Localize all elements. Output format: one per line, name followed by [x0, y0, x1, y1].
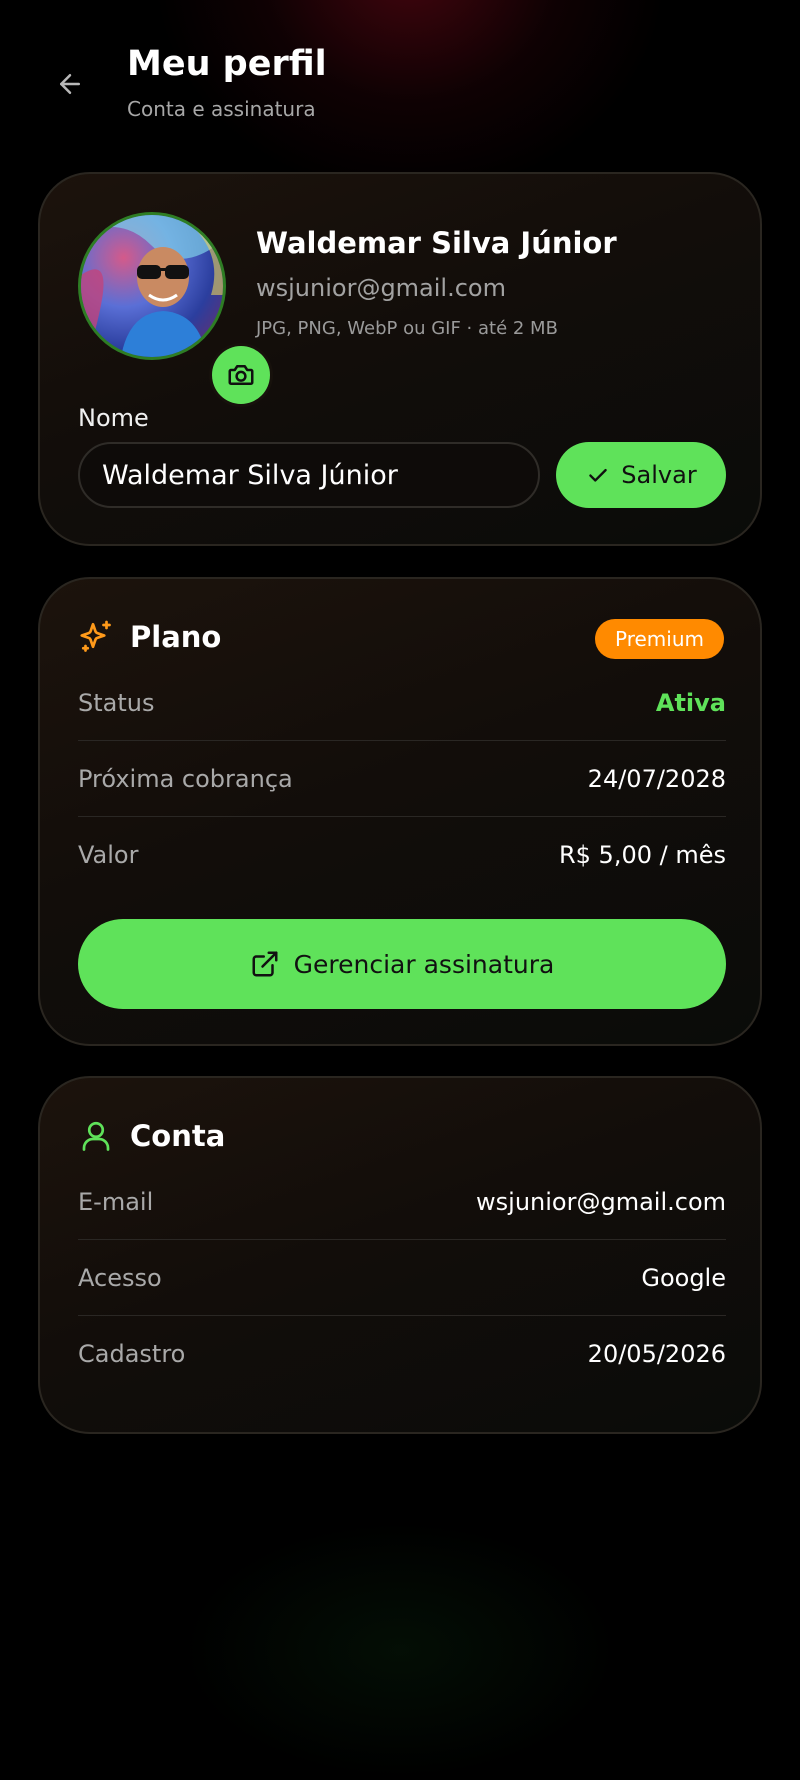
plan-row-price: Valor R$ 5,00 / mês [78, 817, 726, 893]
save-button-label: Salvar [621, 461, 697, 489]
camera-icon [228, 365, 254, 385]
signup-label: Cadastro [78, 1340, 186, 1368]
status-label: Status [78, 689, 155, 717]
header: Meu perfil Conta e assinatura [0, 0, 800, 140]
page-subtitle: Conta e assinatura [127, 97, 316, 121]
plan-row-status: Status Ativa [78, 665, 726, 741]
account-title: Conta [130, 1119, 226, 1153]
background-glow-bottom [180, 1520, 620, 1780]
save-button[interactable]: Salvar [556, 442, 726, 508]
account-row-signup: Cadastro 20/05/2026 [78, 1316, 726, 1392]
next-billing-value: 24/07/2028 [587, 765, 726, 793]
signup-value: 20/05/2026 [587, 1340, 726, 1368]
avatar-container [78, 212, 270, 404]
arrow-left-icon [60, 74, 80, 94]
price-label: Valor [78, 841, 139, 869]
account-row-access: Acesso Google [78, 1240, 726, 1316]
email-value: wsjunior@gmail.com [476, 1188, 726, 1216]
change-photo-button[interactable] [212, 346, 270, 404]
plan-header: Plano [78, 615, 221, 659]
premium-badge: Premium [595, 619, 724, 659]
account-card: Conta E-mail wsjunior@gmail.com Acesso G… [38, 1076, 762, 1434]
profile-card: Waldemar Silva Júnior wsjunior@gmail.com… [38, 172, 762, 546]
manage-subscription-button[interactable]: Gerenciar assinatura [78, 919, 726, 1009]
status-value: Ativa [655, 689, 726, 717]
name-label: Nome [78, 404, 149, 432]
access-value: Google [641, 1264, 726, 1292]
upload-hint: JPG, PNG, WebP ou GIF · até 2 MB [256, 318, 558, 339]
user-icon [82, 1121, 110, 1151]
back-button[interactable] [50, 64, 90, 104]
name-input[interactable] [78, 442, 540, 508]
profile-name: Waldemar Silva Júnior [256, 226, 617, 260]
plan-title: Plano [130, 620, 222, 654]
price-value: R$ 5,00 / mês [558, 841, 726, 869]
account-row-email: E-mail wsjunior@gmail.com [78, 1164, 726, 1240]
next-billing-label: Próxima cobrança [78, 765, 293, 793]
profile-email: wsjunior@gmail.com [256, 274, 506, 302]
page-title: Meu perfil [127, 44, 327, 84]
plan-card: Plano Premium Status Ativa Próxima cobra… [38, 577, 762, 1046]
avatar[interactable] [78, 212, 226, 360]
account-header: Conta [78, 1114, 225, 1158]
plan-row-next-billing: Próxima cobrança 24/07/2028 [78, 741, 726, 817]
manage-subscription-label: Gerenciar assinatura [293, 949, 555, 979]
external-link-icon [252, 951, 278, 977]
sparkles-icon [80, 620, 111, 652]
avatar-photo [81, 215, 223, 357]
email-label: E-mail [78, 1188, 154, 1216]
check-icon [589, 468, 608, 482]
access-label: Acesso [78, 1264, 162, 1292]
